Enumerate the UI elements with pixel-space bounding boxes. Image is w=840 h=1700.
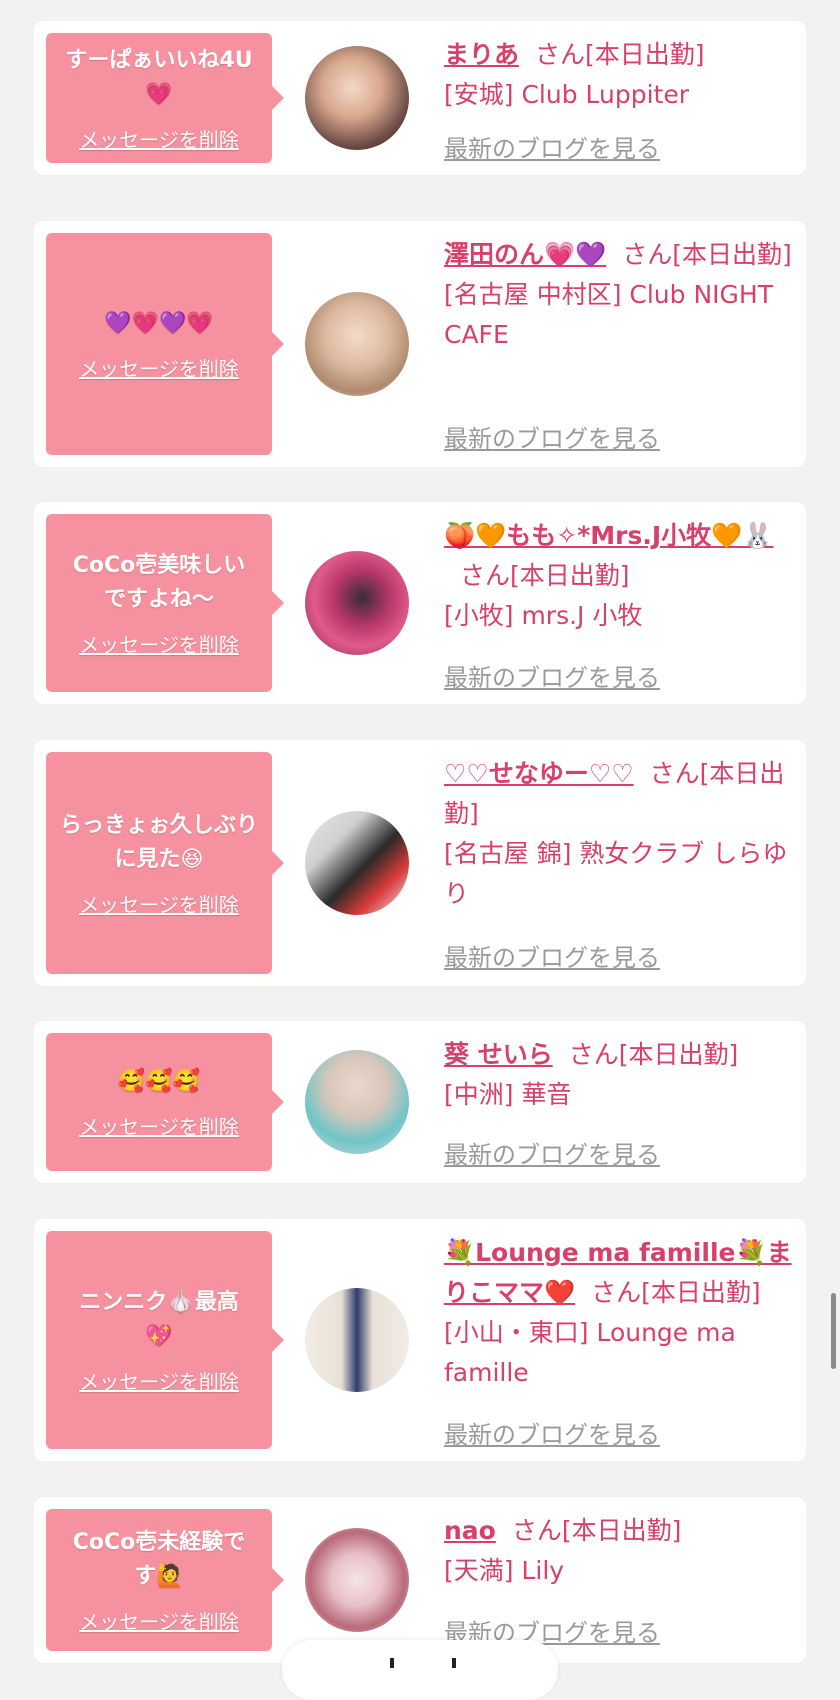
- message-text: CoCo壱美味しい ですよね〜: [72, 552, 246, 612]
- avatar[interactable]: [305, 1528, 409, 1632]
- san-suffix: さん: [535, 40, 586, 69]
- message-card: すーぱぁいいね4U 💗 メッセージを削除 まりあ さん[本日出勤] [安城] Cl…: [34, 21, 806, 175]
- message-card: らっきょぉ久しぶり に見た😆 メッセージを削除 ♡♡せなゆー♡♡ さん[本日出勤]…: [34, 740, 806, 986]
- san-suffix: さん: [649, 759, 700, 788]
- cast-info: ♡♡せなゆー♡♡ さん[本日出勤] [名古屋 錦] 熟女クラブ しらゆり: [444, 754, 792, 914]
- message-text: らっきょぉ久しぶり に見た😆: [59, 812, 258, 872]
- message-text: 💜💗💜💗: [104, 310, 214, 336]
- work-status: [本日出勤]: [510, 561, 630, 590]
- delete-message-link[interactable]: メッセージを削除: [79, 1606, 239, 1635]
- latest-blog-link[interactable]: 最新のブログを見る: [444, 419, 660, 454]
- shop-name: [名古屋 中村区] Club NIGHT CAFE: [444, 280, 773, 349]
- message-bubble: 🥰🥰🥰 メッセージを削除: [46, 1033, 284, 1171]
- message-card: CoCo壱未経験で す🙋 メッセージを削除 nao さん[本日出勤] [天満] L…: [34, 1497, 806, 1663]
- cast-name-link[interactable]: ♡♡せなゆー♡♡: [444, 759, 634, 788]
- avatar[interactable]: [305, 811, 409, 915]
- work-status: [本日出勤]: [641, 1278, 761, 1307]
- message-bubble: すーぱぁいいね4U 💗 メッセージを削除: [46, 33, 284, 163]
- cast-info: 葵 せいら さん[本日出勤] [中洲] 華音: [444, 1035, 792, 1115]
- latest-blog-link[interactable]: 最新のブログを見る: [444, 938, 660, 973]
- message-text: すーぱぁいいね4U 💗: [65, 47, 253, 107]
- message-card: 💜💗💜💗 メッセージを削除 澤田のん💗💜 さん[本日出勤] [名古屋 中村区] C…: [34, 221, 806, 467]
- work-status: [本日出勤]: [618, 1040, 739, 1069]
- cast-name-link[interactable]: まりあ: [444, 40, 519, 69]
- delete-message-link[interactable]: メッセージを削除: [79, 629, 239, 658]
- message-text: 🥰🥰🥰: [117, 1068, 201, 1094]
- message-bubble: 💜💗💜💗 メッセージを削除: [46, 233, 284, 455]
- scrollbar[interactable]: [831, 1293, 836, 1369]
- shop-name: [小山・東口] Lounge ma famille: [444, 1318, 736, 1387]
- cast-name-link[interactable]: 葵 せいら: [444, 1040, 553, 1069]
- cast-info: 💐Lounge ma famille💐まりこママ❤️ さん[本日出勤] [小山・東…: [444, 1233, 792, 1393]
- delete-message-link[interactable]: メッセージを削除: [79, 124, 239, 153]
- avatar[interactable]: [305, 1288, 409, 1392]
- message-card: CoCo壱美味しい ですよね〜 メッセージを削除 🍑🧡もも✧*Mrs.J小牧🧡🐰…: [34, 502, 806, 704]
- message-card: ニンニク🧄最高 💖 メッセージを削除 💐Lounge ma famille💐まり…: [34, 1219, 806, 1461]
- cast-info: 🍑🧡もも✧*Mrs.J小牧🧡🐰 さん[本日出勤] [小牧] mrs.J 小牧: [444, 516, 792, 636]
- san-suffix: さん: [511, 1516, 562, 1545]
- cast-name-link[interactable]: 🍑🧡もも✧*Mrs.J小牧🧡🐰: [444, 521, 773, 550]
- san-suffix: さん: [460, 561, 511, 590]
- avatar[interactable]: [305, 46, 409, 150]
- shop-name: [名古屋 錦] 熟女クラブ しらゆり: [444, 839, 788, 908]
- message-bubble: CoCo壱未経験で す🙋 メッセージを削除: [46, 1509, 284, 1651]
- san-suffix: さん: [591, 1278, 642, 1307]
- delete-message-link[interactable]: メッセージを削除: [79, 353, 239, 382]
- cast-name-link[interactable]: nao: [444, 1516, 496, 1545]
- cast-info: nao さん[本日出勤] [天満] Lily: [444, 1511, 792, 1591]
- latest-blog-link[interactable]: 最新のブログを見る: [444, 129, 660, 164]
- cast-info: まりあ さん[本日出勤] [安城] Club Luppiter: [444, 35, 792, 115]
- avatar[interactable]: [305, 551, 409, 655]
- shop-name: [天満] Lily: [444, 1556, 565, 1585]
- avatar[interactable]: [305, 1050, 409, 1154]
- latest-blog-link[interactable]: 最新のブログを見る: [444, 1135, 660, 1170]
- work-status: [本日出勤]: [672, 240, 792, 269]
- work-status: [本日出勤]: [561, 1516, 682, 1545]
- delete-message-link[interactable]: メッセージを削除: [79, 1111, 239, 1140]
- san-suffix: さん: [622, 240, 673, 269]
- latest-blog-link[interactable]: 最新のブログを見る: [444, 658, 660, 693]
- message-card: 🥰🥰🥰 メッセージを削除 葵 せいら さん[本日出勤] [中洲] 華音 最新のブロ…: [34, 1021, 806, 1183]
- work-status: [本日出勤]: [585, 40, 705, 69]
- bottom-floating-bar[interactable]: [282, 1640, 558, 1700]
- shop-name: [安城] Club Luppiter: [444, 80, 689, 109]
- cast-info: 澤田のん💗💜 さん[本日出勤] [名古屋 中村区] Club NIGHT CAFE: [444, 235, 792, 355]
- message-text: ニンニク🧄最高 💖: [79, 1289, 239, 1349]
- shop-name: [中洲] 華音: [444, 1080, 572, 1109]
- delete-message-link[interactable]: メッセージを削除: [79, 889, 239, 918]
- san-suffix: さん: [568, 1040, 619, 1069]
- latest-blog-link[interactable]: 最新のブログを見る: [444, 1415, 660, 1450]
- message-bubble: らっきょぉ久しぶり に見た😆 メッセージを削除: [46, 752, 284, 974]
- delete-message-link[interactable]: メッセージを削除: [79, 1366, 239, 1395]
- message-text: CoCo壱未経験で す🙋: [72, 1529, 246, 1589]
- message-bubble: CoCo壱美味しい ですよね〜 メッセージを削除: [46, 514, 284, 692]
- message-bubble: ニンニク🧄最高 💖 メッセージを削除: [46, 1231, 284, 1449]
- avatar[interactable]: [305, 292, 409, 396]
- shop-name: [小牧] mrs.J 小牧: [444, 601, 643, 630]
- cast-name-link[interactable]: 澤田のん💗💜: [444, 240, 606, 269]
